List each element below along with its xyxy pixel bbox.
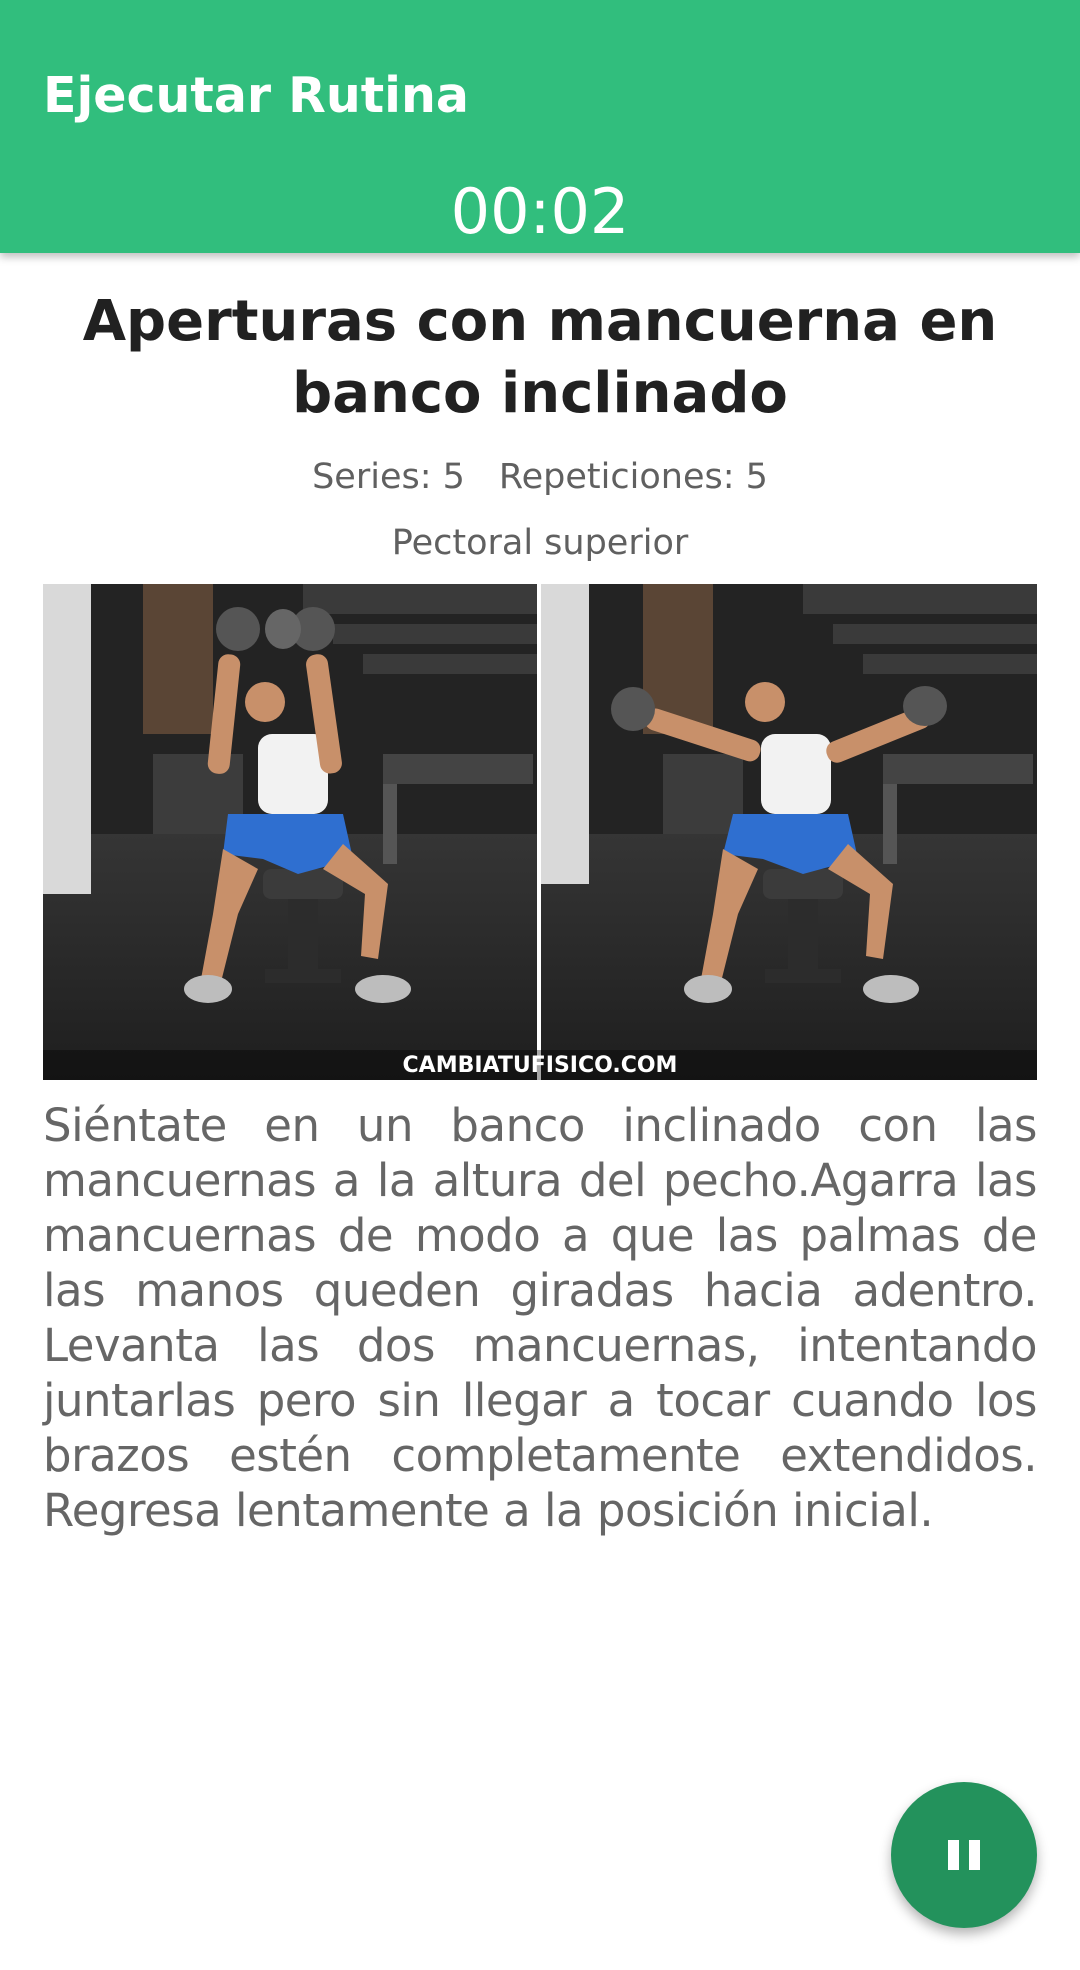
pause-button[interactable] [891,1782,1037,1928]
exercise-photo-icon: CAMBIATUFISICO.COM [43,584,1037,1080]
pause-icon [948,1840,980,1870]
repetitions-count: Repeticiones: 5 [498,457,768,497]
app-bar-title: Ejecutar Rutina [43,67,469,124]
workout-timer: 00:02 [450,175,630,248]
app-bar: Ejecutar Rutina 00:02 [0,0,1080,253]
exercise-image: CAMBIATUFISICO.COM [43,584,1037,1080]
exercise-meta: Series: 5 Repeticiones: 5 [0,450,1080,504]
watermark-text: CAMBIATUFISICO.COM [403,1053,678,1078]
exercise-title: Aperturas con mancuerna en banco inclina… [82,289,998,426]
exercise-description: Siéntate en un banco inclinado con las m… [43,1099,1038,1537]
series-count: Series: 5 [312,457,465,497]
target-muscle: Pectoral superior [391,523,689,563]
execute-routine-screen: Ejecutar Rutina 00:02 Aperturas con manc… [0,0,1080,1970]
